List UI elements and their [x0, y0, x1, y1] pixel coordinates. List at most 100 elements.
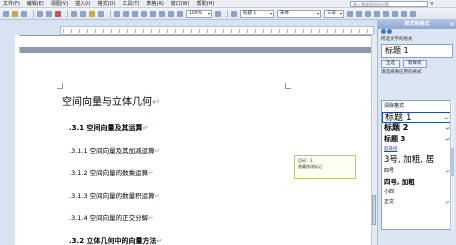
- style-item-heading-3[interactable]: 标题 3 ↵: [382, 134, 452, 145]
- close-document-icon[interactable]: ×: [430, 1, 434, 7]
- style-item-normal[interactable]: 正文 ↵: [382, 198, 452, 208]
- show-hide-icon[interactable]: [177, 10, 183, 17]
- indent-icon[interactable]: [410, 10, 416, 17]
- style-list: 清除格式 标题 1 ↵ 标题 2 ↵ 标题 3 ↵ 超链接 3号, 加粗, 居 …: [381, 100, 453, 230]
- drawing-icon[interactable]: [159, 10, 165, 17]
- style-item-heading-1[interactable]: 标题 1 ↵: [382, 112, 452, 123]
- justify-icon[interactable]: [374, 10, 380, 17]
- redo-icon[interactable]: [123, 10, 129, 17]
- line-text: .3.1 空间向量及其运算: [69, 124, 143, 132]
- style-value: 标题 1: [243, 10, 257, 16]
- tooltip-balloon: 页码：3 隐藏修改标记: [294, 155, 356, 179]
- style-item-hyperlink[interactable]: 超链接: [382, 145, 452, 154]
- save-icon[interactable]: [21, 10, 27, 17]
- paste-icon[interactable]: [89, 10, 95, 17]
- table-icon[interactable]: [141, 10, 147, 17]
- back-icon[interactable]: [381, 29, 386, 34]
- zoom-select[interactable]: 100% ▾: [186, 9, 212, 18]
- font-size-select[interactable]: 三号 ▾: [324, 9, 344, 18]
- open-folder-icon[interactable]: [12, 10, 18, 17]
- font-select[interactable]: 宋体 ▾: [277, 9, 321, 18]
- font-size-value: 三号: [327, 10, 336, 16]
- chevron-down-icon: ▾: [207, 10, 210, 16]
- paragraph-mark: ↵: [152, 97, 161, 108]
- document-line-4[interactable]: .3.1.3 空间向量的数量积运算↵: [69, 190, 160, 200]
- paragraph-mark: ↵: [154, 147, 161, 155]
- pane-nav: [378, 29, 456, 36]
- columns-icon[interactable]: [150, 10, 156, 17]
- style-item-size4-bold[interactable]: 四号, 加粗: [382, 177, 452, 188]
- menu-window[interactable]: 窗口(W): [171, 0, 190, 7]
- help-search-input[interactable]: 键入需要帮助的问题: [350, 1, 428, 7]
- document-line-1[interactable]: .3.1 空间向量及其运算↵: [69, 123, 148, 133]
- margin-corner-mark: [57, 83, 63, 89]
- horizontal-ruler[interactable]: [60, 26, 374, 35]
- print-preview-icon[interactable]: [46, 10, 52, 17]
- style-select[interactable]: 标题 1 ▾: [240, 9, 274, 18]
- bullets-icon[interactable]: [401, 10, 407, 17]
- document-line-3[interactable]: .3.1.2 空间向量的数乘运算↵: [69, 167, 154, 177]
- document-line-2[interactable]: .3.1.1 空间向量及其加减运算↵: [69, 145, 160, 155]
- menu-edit[interactable]: 编辑(E): [27, 0, 44, 7]
- hyperlink-icon[interactable]: [132, 10, 138, 17]
- align-right-icon[interactable]: [365, 10, 371, 17]
- new-style-button[interactable]: 新样式: [403, 60, 427, 68]
- toolbar: 100% ▾ 标题 1 ▾ 宋体 ▾ 三号 ▾: [0, 8, 456, 20]
- menu-file[interactable]: 文件(F): [3, 0, 20, 7]
- numbering-icon[interactable]: [392, 10, 398, 17]
- style-item-heading-2[interactable]: 标题 2 ↵: [382, 123, 452, 134]
- document-line-5[interactable]: .3.1.4 空间向量的正交分解↵: [69, 212, 154, 222]
- style-name: 标题 1: [385, 113, 412, 123]
- document-page[interactable]: 空间向量与立体几何↵ .3.1 空间向量及其运算↵ .3.1.1 空间向量及其加…: [17, 53, 376, 245]
- spellcheck-icon[interactable]: [55, 10, 61, 17]
- undo-icon[interactable]: [114, 10, 120, 17]
- format-painter-icon[interactable]: [98, 10, 104, 17]
- heading-text: 空间向量与立体几何: [62, 97, 152, 108]
- styles-formatting-pane: 样式和格式 × 所选文字的格式 标题 1 全选 新样式 请选择要应用的格式 清除…: [377, 20, 456, 245]
- current-style-field[interactable]: 标题 1: [381, 44, 453, 58]
- toolbar-separator: [33, 9, 34, 18]
- forward-icon[interactable]: [387, 29, 393, 34]
- line-text: .3.1.3 空间向量的数量积运算: [69, 192, 155, 200]
- style-item-size4[interactable]: 四号 ↵: [382, 167, 452, 177]
- styles-pane-icon[interactable]: [231, 10, 237, 17]
- copy-icon[interactable]: [80, 10, 86, 17]
- toolbar-separator: [110, 9, 111, 18]
- document-map-icon[interactable]: [168, 10, 174, 17]
- style-item-size3-bold[interactable]: 3号, 加粗, 居: [382, 154, 452, 167]
- style-name: 正文: [384, 199, 395, 205]
- style-name: 清除格式: [384, 103, 405, 109]
- print-icon[interactable]: [37, 10, 43, 17]
- chevron-down-icon: ▾: [339, 10, 342, 16]
- menu-format[interactable]: 格式(O): [98, 0, 116, 7]
- document-heading[interactable]: 空间向量与立体几何↵: [62, 93, 160, 108]
- select-all-button[interactable]: 全选: [381, 60, 400, 68]
- zoom-value: 100%: [189, 10, 202, 16]
- menu-tools[interactable]: 工具(T): [122, 0, 139, 7]
- menu-insert[interactable]: 插入(I): [75, 0, 90, 7]
- document-line-6[interactable]: .3.2 立体几何中的向量方法↵: [69, 236, 162, 245]
- style-name: 四号, 加粗: [384, 178, 415, 186]
- style-name: 标题 3: [384, 135, 406, 143]
- cut-icon[interactable]: [71, 10, 77, 17]
- style-name: 3号, 加粗, 居: [384, 155, 435, 165]
- close-pane-icon[interactable]: ×: [449, 20, 454, 29]
- align-center-icon[interactable]: [356, 10, 362, 17]
- menu-help[interactable]: 帮助(H): [197, 0, 215, 7]
- new-document-icon[interactable]: [3, 10, 9, 17]
- margin-corner-mark: [285, 83, 291, 89]
- style-item-small4[interactable]: 小四: [382, 188, 452, 198]
- line-text: .3.1.2 空间向量的数乘运算: [69, 169, 149, 177]
- paragraph-mark: ↵: [148, 169, 154, 177]
- style-list-scroll-thumb[interactable]: [451, 148, 454, 176]
- pane-title-text: 样式和格式: [404, 21, 430, 27]
- menu-view[interactable]: 视图(V): [51, 0, 68, 7]
- help-icon[interactable]: [215, 10, 221, 17]
- menu-table[interactable]: 表格(A): [146, 0, 163, 7]
- line-text: .3.2 立体几何中的向量方法: [69, 237, 157, 245]
- style-item-clear[interactable]: 清除格式: [382, 101, 452, 112]
- font-value: 宋体: [280, 10, 289, 16]
- scrollbar-thumb[interactable]: [372, 195, 376, 225]
- align-left-icon[interactable]: [347, 10, 353, 17]
- line-spacing-icon[interactable]: [383, 10, 389, 17]
